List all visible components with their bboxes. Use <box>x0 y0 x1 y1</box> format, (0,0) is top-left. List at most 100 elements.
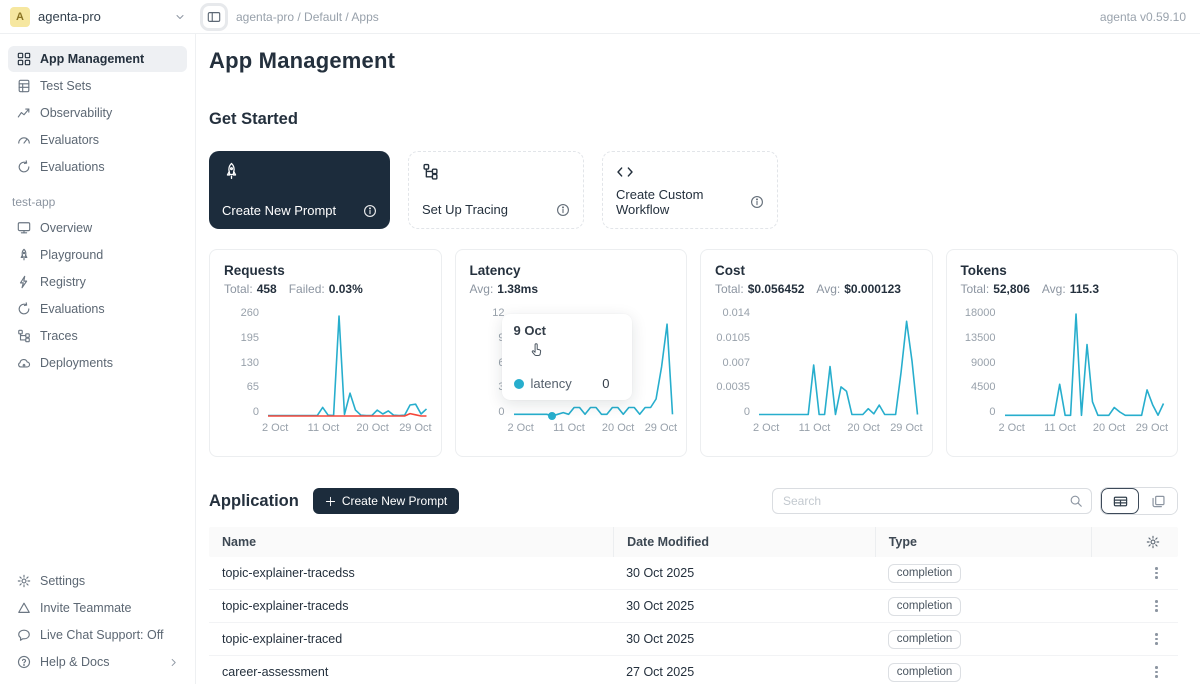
set-up-tracing-card[interactable]: Set Up Tracing <box>408 151 584 229</box>
workspace-avatar: A <box>10 7 30 27</box>
panel-left-icon <box>207 10 221 24</box>
triangle-icon <box>16 601 31 615</box>
row-menu-button[interactable] <box>1155 600 1158 612</box>
app-name: topic-explainer-tracedss <box>209 566 613 580</box>
table-row[interactable]: career-assessment 27 Oct 2025 completion <box>209 656 1178 684</box>
search-icon[interactable] <box>1069 494 1083 508</box>
row-menu-button[interactable] <box>1155 567 1158 579</box>
gear-icon <box>1146 535 1160 549</box>
sidebar-item-playground[interactable]: Playground <box>8 242 187 268</box>
create-custom-workflow-card[interactable]: Create Custom Workflow <box>602 151 778 229</box>
tokens-chart-card: Tokens Total:52,806 Avg:115.3 1800013500… <box>946 249 1179 457</box>
table-row[interactable]: topic-explainer-tracedss 30 Oct 2025 com… <box>209 557 1178 590</box>
create-new-prompt-card[interactable]: Create New Prompt <box>209 151 390 229</box>
series-dot <box>514 379 524 389</box>
gear-icon <box>16 574 31 588</box>
application-header: Application Create New Prompt <box>209 487 1178 515</box>
application-heading: Application <box>209 492 299 511</box>
y-axis-labels: 260195130650 <box>224 308 268 418</box>
trace-icon <box>422 163 570 180</box>
tooltip-series-name: latency <box>531 376 572 391</box>
sidebar-item-evaluations[interactable]: Evaluations <box>8 154 187 180</box>
column-header-name: Name <box>209 527 613 557</box>
breadcrumb[interactable]: agenta-pro / Default / Apps <box>236 10 379 24</box>
sidebar-item-evaluations-app[interactable]: Evaluations <box>8 296 187 322</box>
sidebar-item-traces[interactable]: Traces <box>8 323 187 349</box>
sidebar-toggle-button[interactable] <box>200 3 228 31</box>
sidebar-item-live-chat-support[interactable]: Live Chat Support: Off <box>8 622 187 648</box>
sidebar-item-label: Settings <box>40 574 85 588</box>
chart-plot[interactable] <box>1005 308 1164 418</box>
chart-plot[interactable] <box>759 308 918 418</box>
x-axis-labels: 2 Oct11 Oct20 Oct29 Oct <box>1005 422 1164 437</box>
create-new-prompt-button[interactable]: Create New Prompt <box>313 488 459 514</box>
sidebar-item-deployments[interactable]: Deployments <box>8 350 187 376</box>
row-menu-button[interactable] <box>1155 633 1158 645</box>
hand-cursor-icon <box>528 342 545 364</box>
sidebar-item-observability[interactable]: Observability <box>8 100 187 126</box>
x-axis-labels: 2 Oct11 Oct20 Oct29 Oct <box>268 422 427 437</box>
y-axis-labels: 0.0140.01050.0070.00350 <box>715 308 759 418</box>
chart-plot[interactable] <box>268 308 427 418</box>
chart-stats: Total:458 Failed:0.03% <box>224 282 427 296</box>
sidebar-item-help-docs[interactable]: Help & Docs <box>8 649 187 675</box>
main-content: App Management Get Started Create New Pr… <box>196 34 1200 684</box>
search-input[interactable] <box>783 494 1069 508</box>
sidebar-item-app-management[interactable]: App Management <box>8 46 187 72</box>
table-row[interactable]: topic-explainer-traceds 30 Oct 2025 comp… <box>209 590 1178 623</box>
get-started-card-label: Set Up Tracing <box>422 202 508 217</box>
row-menu-button[interactable] <box>1155 666 1158 678</box>
refresh-icon <box>16 160 31 174</box>
chart-tooltip: 9 Oct latency 0 <box>502 314 632 400</box>
requests-chart-card: Requests Total:458 Failed:0.03% 26019513… <box>209 249 442 457</box>
sidebar-item-label: Traces <box>40 329 78 343</box>
info-icon[interactable] <box>363 204 377 218</box>
search-box <box>772 488 1092 514</box>
hovered-point-marker <box>548 412 556 420</box>
tooltip-series-row: latency 0 <box>514 376 620 391</box>
chart-title: Tokens <box>961 263 1164 278</box>
x-axis-labels: 2 Oct11 Oct20 Oct29 Oct <box>759 422 918 437</box>
app-version: agenta v0.59.10 <box>1100 10 1200 24</box>
chart-title: Cost <box>715 263 918 278</box>
view-toggle <box>1100 487 1178 515</box>
latency-chart-card: Latency Avg:1.38ms 129630 9 Oct <box>455 249 688 457</box>
metric-cards: Requests Total:458 Failed:0.03% 26019513… <box>209 249 1178 457</box>
sidebar-section-label: test-app <box>12 195 183 209</box>
sidebar-item-settings[interactable]: Settings <box>8 568 187 594</box>
rocket-icon <box>222 162 377 181</box>
chevron-down-icon <box>174 11 186 23</box>
sidebar-item-invite-teammate[interactable]: Invite Teammate <box>8 595 187 621</box>
lightning-icon <box>16 275 31 289</box>
rocket-icon <box>16 248 31 262</box>
sidebar-item-label: Help & Docs <box>40 655 109 669</box>
code-icon <box>616 163 764 181</box>
info-icon[interactable] <box>556 203 570 217</box>
get-started-card-label: Create Custom Workflow <box>616 187 750 217</box>
chart-plot[interactable]: 9 Oct latency 0 <box>514 308 673 418</box>
table-view-icon <box>1113 494 1128 509</box>
column-header-date-modified: Date Modified <box>613 527 875 557</box>
get-started-card-label: Create New Prompt <box>222 203 336 218</box>
sidebar-item-overview[interactable]: Overview <box>8 215 187 241</box>
table-row[interactable]: topic-explainer-traced 30 Oct 2025 compl… <box>209 623 1178 656</box>
workspace-selector[interactable]: A agenta-pro <box>0 7 196 27</box>
column-header-type: Type <box>875 527 1091 557</box>
sidebar-item-test-sets[interactable]: Test Sets <box>8 73 187 99</box>
date-modified: 30 Oct 2025 <box>613 632 875 646</box>
help-icon <box>16 655 31 669</box>
app-name: topic-explainer-traced <box>209 632 613 646</box>
type-badge: completion <box>888 630 962 649</box>
sidebar-item-registry[interactable]: Registry <box>8 269 187 295</box>
date-modified: 27 Oct 2025 <box>613 665 875 679</box>
sidebar-item-label: Evaluations <box>40 302 105 316</box>
sidebar: App Management Test Sets Observability E… <box>0 34 196 684</box>
chart-stats: Avg:1.38ms <box>470 282 673 296</box>
card-view-button[interactable] <box>1139 488 1177 514</box>
info-icon[interactable] <box>750 195 764 209</box>
sidebar-item-label: Evaluators <box>40 133 99 147</box>
table-view-button[interactable] <box>1101 488 1139 514</box>
type-badge: completion <box>888 597 962 616</box>
sidebar-item-evaluators[interactable]: Evaluators <box>8 127 187 153</box>
column-settings[interactable] <box>1091 527 1178 557</box>
